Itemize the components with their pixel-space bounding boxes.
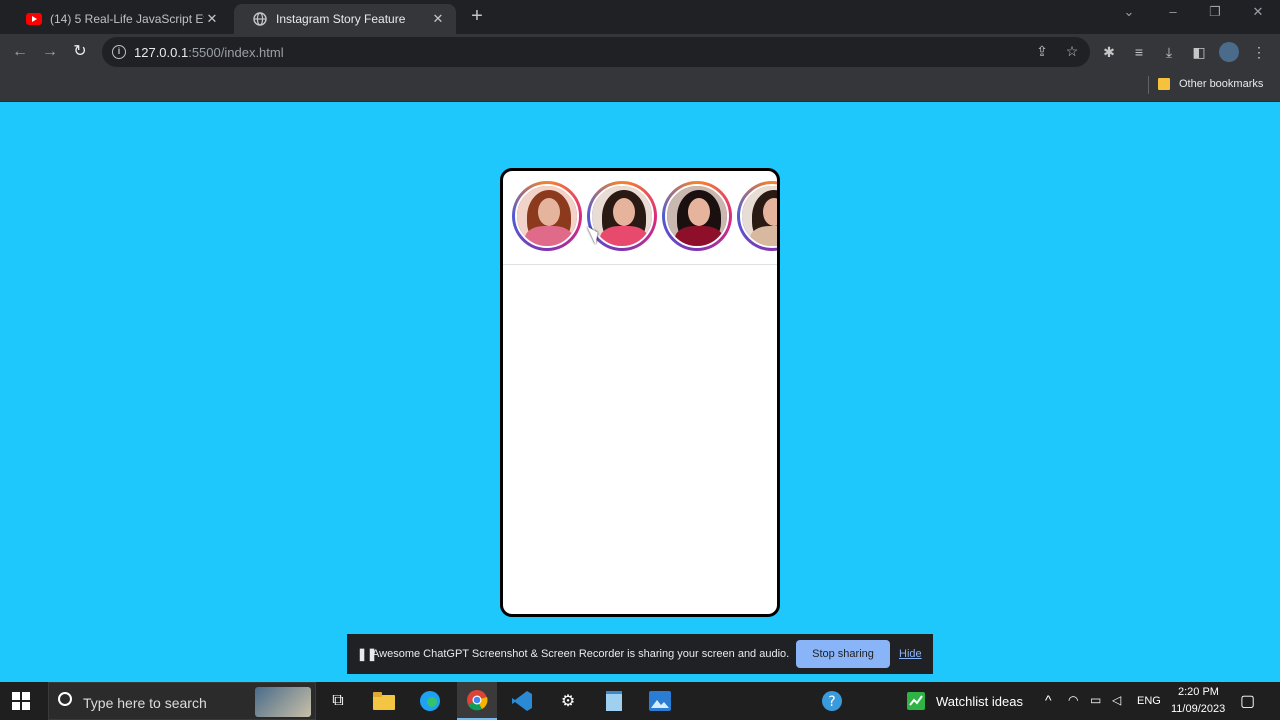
windows-taskbar: Type here to search ⧉ ⚙ ? Watchlist idea… <box>0 682 1280 720</box>
watchlist-label[interactable]: Watchlist ideas <box>936 694 1023 709</box>
profile-avatar[interactable] <box>1219 42 1239 62</box>
bookmarks-bar: Other bookmarks <box>0 70 1280 102</box>
tab-instagram-story[interactable]: Instagram Story Feature ✕ <box>234 4 456 34</box>
photos-icon[interactable] <box>648 689 672 713</box>
story-avatar[interactable] <box>512 181 582 251</box>
watchlist-icon[interactable] <box>904 689 928 713</box>
youtube-icon <box>26 11 42 27</box>
media-queue-icon[interactable]: ≡ <box>1129 42 1149 62</box>
help-icon[interactable]: ? <box>820 689 844 713</box>
other-bookmarks[interactable]: Other bookmarks <box>1179 78 1263 90</box>
hide-link[interactable]: Hide <box>899 648 922 660</box>
language-indicator[interactable]: ENG <box>1137 695 1161 707</box>
clock-time[interactable]: 2:20 PM <box>1178 686 1219 698</box>
folder-icon <box>1158 78 1170 90</box>
bookmarks-divider <box>1148 76 1149 94</box>
edge-icon[interactable] <box>418 689 442 713</box>
share-message: Awesome ChatGPT Screenshot & Screen Reco… <box>372 648 790 660</box>
back-button[interactable]: ← <box>8 40 32 64</box>
tab-title: (14) 5 Real-Life JavaScript Effects <box>50 12 204 26</box>
search-placeholder: Type here to search <box>83 695 207 711</box>
stories-row[interactable] <box>503 171 777 265</box>
wifi-icon[interactable]: ◠ <box>1068 693 1078 707</box>
svg-text:?: ? <box>828 694 835 710</box>
info-icon[interactable]: i <box>112 45 126 59</box>
taskbar-search[interactable]: Type here to search <box>48 682 316 720</box>
bookmark-star-icon[interactable]: ☆ <box>1062 43 1082 60</box>
task-view-icon[interactable]: ⧉ <box>326 689 350 713</box>
windows-start-icon[interactable] <box>12 692 30 710</box>
clock-date[interactable]: 11/09/2023 <box>1171 703 1225 715</box>
story-avatar[interactable] <box>737 181 777 251</box>
search-icon <box>58 692 72 706</box>
volume-icon[interactable]: ◁ <box>1112 693 1121 707</box>
battery-icon[interactable]: ▭ <box>1090 693 1101 707</box>
globe-icon <box>252 11 268 27</box>
restore-button[interactable]: ❐ <box>1200 4 1230 20</box>
story-photo <box>665 184 729 248</box>
tab-search-icon[interactable]: ⌄ <box>1114 4 1144 20</box>
notepad-icon[interactable] <box>602 689 626 713</box>
browser-toolbar: ← → ↻ i 127.0.0.1:5500/index.html ⇪ ☆ ✱ … <box>0 34 1280 70</box>
menu-icon[interactable]: ⋮ <box>1249 42 1269 62</box>
chevron-up-icon[interactable]: ^ <box>1045 692 1052 708</box>
stop-sharing-button[interactable]: Stop sharing <box>796 640 890 668</box>
tab-youtube[interactable]: (14) 5 Real-Life JavaScript Effects ✕ <box>8 4 230 34</box>
tab-title: Instagram Story Feature <box>276 12 406 26</box>
address-bar[interactable]: i 127.0.0.1:5500/index.html ⇪ ☆ <box>102 37 1090 67</box>
tab-strip: (14) 5 Real-Life JavaScript Effects ✕ In… <box>0 0 1280 34</box>
forward-button[interactable]: → <box>38 40 62 64</box>
story-photo <box>515 184 579 248</box>
phone-frame <box>500 168 780 617</box>
download-icon[interactable]: ⤓ <box>1159 42 1179 62</box>
search-highlight-image <box>255 687 311 717</box>
vscode-icon[interactable] <box>510 689 534 713</box>
story-avatar[interactable] <box>662 181 732 251</box>
chrome-icon[interactable] <box>457 682 497 720</box>
new-tab-button[interactable]: + <box>466 6 488 28</box>
extensions-icon[interactable]: ✱ <box>1099 42 1119 62</box>
story-photo <box>740 184 777 248</box>
close-icon[interactable]: ✕ <box>204 11 220 27</box>
url-text[interactable]: 127.0.0.1:5500/index.html <box>134 45 284 60</box>
share-icon[interactable]: ⇪ <box>1032 43 1052 60</box>
close-window-button[interactable]: ✕ <box>1243 4 1273 20</box>
minimize-button[interactable]: – <box>1158 4 1188 19</box>
close-icon[interactable]: ✕ <box>430 11 446 27</box>
file-explorer-icon[interactable] <box>372 689 396 713</box>
screen-share-banner: ❚❚ Awesome ChatGPT Screenshot & Screen R… <box>347 634 933 674</box>
settings-gear-icon[interactable]: ⚙ <box>556 689 580 713</box>
side-panel-icon[interactable]: ◧ <box>1189 42 1209 62</box>
reload-button[interactable]: ↻ <box>68 40 92 64</box>
notification-icon[interactable]: ▢ <box>1240 691 1255 711</box>
